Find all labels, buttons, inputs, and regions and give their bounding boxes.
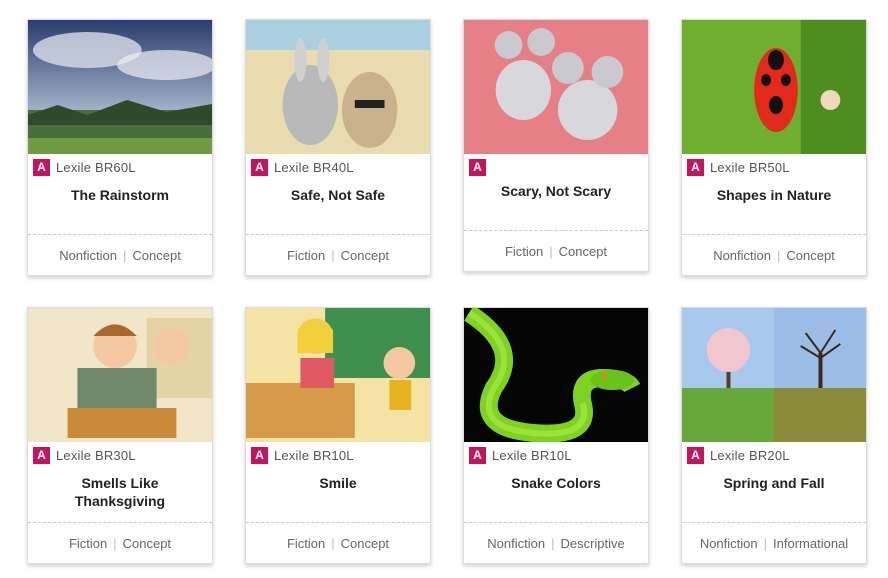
book-cover-image[interactable]	[246, 20, 430, 154]
book-meta: A Lexile BR50L	[682, 154, 866, 180]
tag-genre: Fiction	[68, 535, 108, 551]
tag-type: Concept	[340, 535, 390, 551]
tag-separator: |	[113, 535, 117, 551]
tag-separator: |	[331, 247, 335, 263]
book-card-smells-like-thanksgiving[interactable]: A Lexile BR30L Smells Like Thanksgiving …	[27, 307, 213, 564]
tag-genre: Fiction	[286, 535, 326, 551]
tag-type: Concept	[340, 247, 390, 263]
book-title[interactable]: The Rainstorm	[28, 180, 212, 204]
level-badge: A	[687, 158, 704, 176]
book-tags: Nonfiction | Informational	[682, 522, 866, 563]
level-badge: A	[687, 446, 704, 464]
book-meta: A Lexile BR30L	[28, 442, 212, 468]
level-badge: A	[33, 446, 50, 464]
lexile-level: Lexile BR40L	[274, 159, 354, 175]
lexile-level: Lexile BR10L	[274, 447, 354, 463]
book-card-smile[interactable]: A Lexile BR10L Smile Fiction | Concept	[245, 307, 431, 564]
lexile-level: Lexile BR10L	[492, 447, 572, 463]
book-cover-image[interactable]	[464, 308, 648, 442]
tag-separator: |	[123, 247, 127, 263]
level-badge: A	[469, 158, 486, 176]
tag-genre: Nonfiction	[699, 535, 758, 551]
book-tags: Nonfiction | Concept	[682, 234, 866, 275]
book-meta: A Lexile BR10L	[246, 442, 430, 468]
book-cover-image[interactable]	[28, 308, 212, 442]
book-card-shapes-in-nature[interactable]: A Lexile BR50L Shapes in Nature Nonficti…	[681, 19, 867, 276]
book-meta: A Lexile BR20L	[682, 442, 866, 468]
level-badge: A	[33, 158, 50, 176]
book-cover-image[interactable]	[682, 20, 866, 154]
book-cover-image[interactable]	[464, 20, 648, 154]
book-cover-image[interactable]	[246, 308, 430, 442]
book-tags: Fiction | Concept	[28, 522, 212, 563]
book-meta: A Lexile BR60L	[28, 154, 212, 180]
level-badge: A	[469, 446, 486, 464]
book-title[interactable]: Smile	[246, 468, 430, 492]
tag-type: Concept	[558, 243, 608, 259]
book-tags: Nonfiction | Descriptive	[464, 522, 648, 563]
book-title[interactable]: Safe, Not Safe	[246, 180, 430, 204]
lexile-level: Lexile BR20L	[710, 447, 790, 463]
lexile-level: Lexile BR50L	[710, 159, 790, 175]
book-title[interactable]: Smells Like Thanksgiving	[28, 468, 212, 510]
book-title[interactable]: Shapes in Nature	[682, 180, 866, 204]
book-tags: Fiction | Concept	[464, 230, 648, 271]
tag-separator: |	[549, 243, 553, 259]
tag-genre: Fiction	[504, 243, 544, 259]
tag-separator: |	[777, 247, 781, 263]
tag-type: Descriptive	[560, 535, 625, 551]
tag-genre: Nonfiction	[713, 247, 771, 263]
tag-genre: Nonfiction	[59, 247, 117, 263]
book-meta: A Lexile BR10L	[464, 442, 648, 468]
book-meta: A Lexile BR40L	[246, 154, 430, 180]
tag-type: Concept	[132, 247, 181, 263]
book-card-the-rainstorm[interactable]: A Lexile BR60L The Rainstorm Nonfiction |…	[27, 19, 213, 276]
tag-separator: |	[551, 535, 555, 551]
lexile-level: Lexile BR30L	[56, 447, 136, 463]
book-card-safe-not-safe[interactable]: A Lexile BR40L Safe, Not Safe Fiction | Co…	[245, 19, 431, 276]
book-cover-image[interactable]	[28, 20, 212, 154]
book-title[interactable]: Spring and Fall	[682, 468, 866, 492]
book-tags: Fiction | Concept	[246, 522, 430, 563]
level-badge: A	[251, 446, 268, 464]
tag-type: Concept	[122, 535, 172, 551]
book-cover-image[interactable]	[682, 308, 866, 442]
level-badge: A	[251, 158, 268, 176]
lexile-level: Lexile BR60L	[56, 159, 136, 175]
book-tags: Fiction | Concept	[246, 234, 430, 275]
tag-separator: |	[763, 535, 768, 551]
book-meta: A	[464, 154, 648, 180]
book-tags: Nonfiction | Concept	[28, 234, 212, 275]
tag-separator: |	[331, 535, 335, 551]
tag-genre: Nonfiction	[487, 535, 546, 551]
book-title[interactable]: Scary, Not Scary	[464, 180, 648, 200]
tag-type: Informational	[773, 535, 849, 551]
tag-type: Concept	[786, 247, 835, 263]
book-card-scary-not-scary[interactable]: A Scary, Not Scary Fiction | Concept	[463, 19, 649, 272]
book-title[interactable]: Snake Colors	[464, 468, 648, 492]
book-card-snake-colors[interactable]: A Lexile BR10L Snake Colors Nonfiction | D…	[463, 307, 649, 564]
book-card-spring-and-fall[interactable]: A Lexile BR20L Spring and Fall Nonfictio…	[681, 307, 867, 564]
tag-genre: Fiction	[286, 247, 326, 263]
